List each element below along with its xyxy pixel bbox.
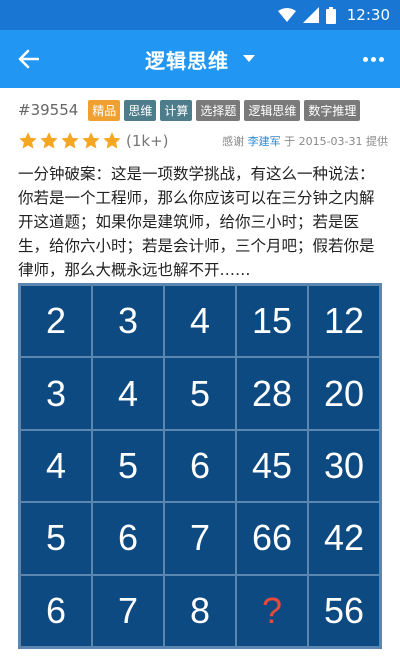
tag-thinking[interactable]: 思维	[124, 99, 157, 121]
tag-logical-thinking[interactable]: 逻辑思维	[244, 99, 301, 121]
dropdown-caret-icon	[243, 55, 255, 62]
app-bar: 逻辑思维	[0, 30, 400, 88]
star-icon	[82, 132, 100, 149]
more-dot-icon	[362, 56, 368, 62]
author-link[interactable]: 李建军	[248, 135, 281, 148]
credit-date: 于 2015-03-31 提供	[284, 135, 388, 148]
tag-multiple-choice[interactable]: 选择题	[196, 99, 241, 121]
signal-icon	[302, 7, 319, 23]
star-rating	[18, 131, 122, 151]
more-options-button[interactable]	[358, 44, 388, 74]
grid-cell: 3	[20, 357, 92, 430]
credit-thanks: 感谢	[222, 135, 245, 148]
page-title: 逻辑思维	[145, 48, 229, 73]
star-icon	[40, 132, 58, 149]
status-time: 12:30	[346, 6, 390, 24]
star-icon	[103, 132, 121, 149]
star-icon	[61, 132, 79, 149]
more-dot-icon	[370, 56, 376, 62]
credit-line: 感谢 李建军 于 2015-03-31 提供	[222, 133, 388, 149]
rating-count: (1k+)	[126, 132, 169, 150]
grid-cell: 2	[20, 285, 92, 358]
grid-cell: 12	[308, 285, 380, 358]
question-id: #39554	[18, 101, 79, 119]
category-dropdown[interactable]: 逻辑思维	[0, 30, 400, 88]
grid-cell: 4	[20, 429, 92, 503]
grid-cell: 6	[164, 429, 236, 503]
grid-cell: 66	[236, 502, 308, 575]
grid-cell: 7	[92, 574, 164, 647]
grid-cell: 42	[308, 502, 380, 575]
tag-number-reasoning[interactable]: 数字推理	[304, 99, 361, 121]
question-meta: #39554 精品 思维 计算 选择题 逻辑思维 数字推理	[18, 98, 388, 122]
grid-cell: 5	[92, 429, 164, 503]
grid-cell: 7	[164, 502, 236, 575]
grid-cell: 56	[308, 574, 380, 647]
puzzle-grid: 2 3 4 15 12 3 4 5 28 20 4 5 6 45 30 5 6 7 66 42 6 7 8? 56	[18, 283, 382, 649]
grid-cell: 6	[20, 574, 92, 647]
star-icon	[19, 132, 37, 149]
grid-cell: 4	[164, 285, 236, 358]
grid-cell-unknown: ?	[236, 574, 308, 647]
grid-cell: 3	[92, 285, 164, 358]
grid-cell: 28	[236, 357, 308, 430]
grid-cell: 8	[164, 574, 236, 647]
tag-calculation[interactable]: 计算	[160, 99, 193, 121]
grid-cell: 20	[308, 357, 380, 430]
status-icons: 12:30	[277, 5, 390, 25]
status-bar: 12:30	[0, 0, 400, 30]
tag-featured[interactable]: 精品	[88, 99, 121, 121]
grid-cell: 15	[236, 285, 308, 358]
grid-cell: 5	[20, 502, 92, 575]
grid-cell: 5	[164, 357, 236, 430]
grid-cell: 4	[92, 357, 164, 430]
grid-cell: 6	[92, 502, 164, 575]
battery-icon	[325, 6, 336, 24]
rating-row: (1k+) 感谢 李建军 于 2015-03-31 提供	[18, 130, 388, 152]
more-dot-icon	[378, 56, 384, 62]
grid-cell: 45	[236, 429, 308, 503]
grid-cell: 30	[308, 429, 380, 503]
wifi-icon	[277, 8, 296, 22]
question-description: 一分钟破案：这是一项数学挑战，有这么一种说法：你若是一个工程师，那么你应该可以在…	[18, 165, 375, 279]
